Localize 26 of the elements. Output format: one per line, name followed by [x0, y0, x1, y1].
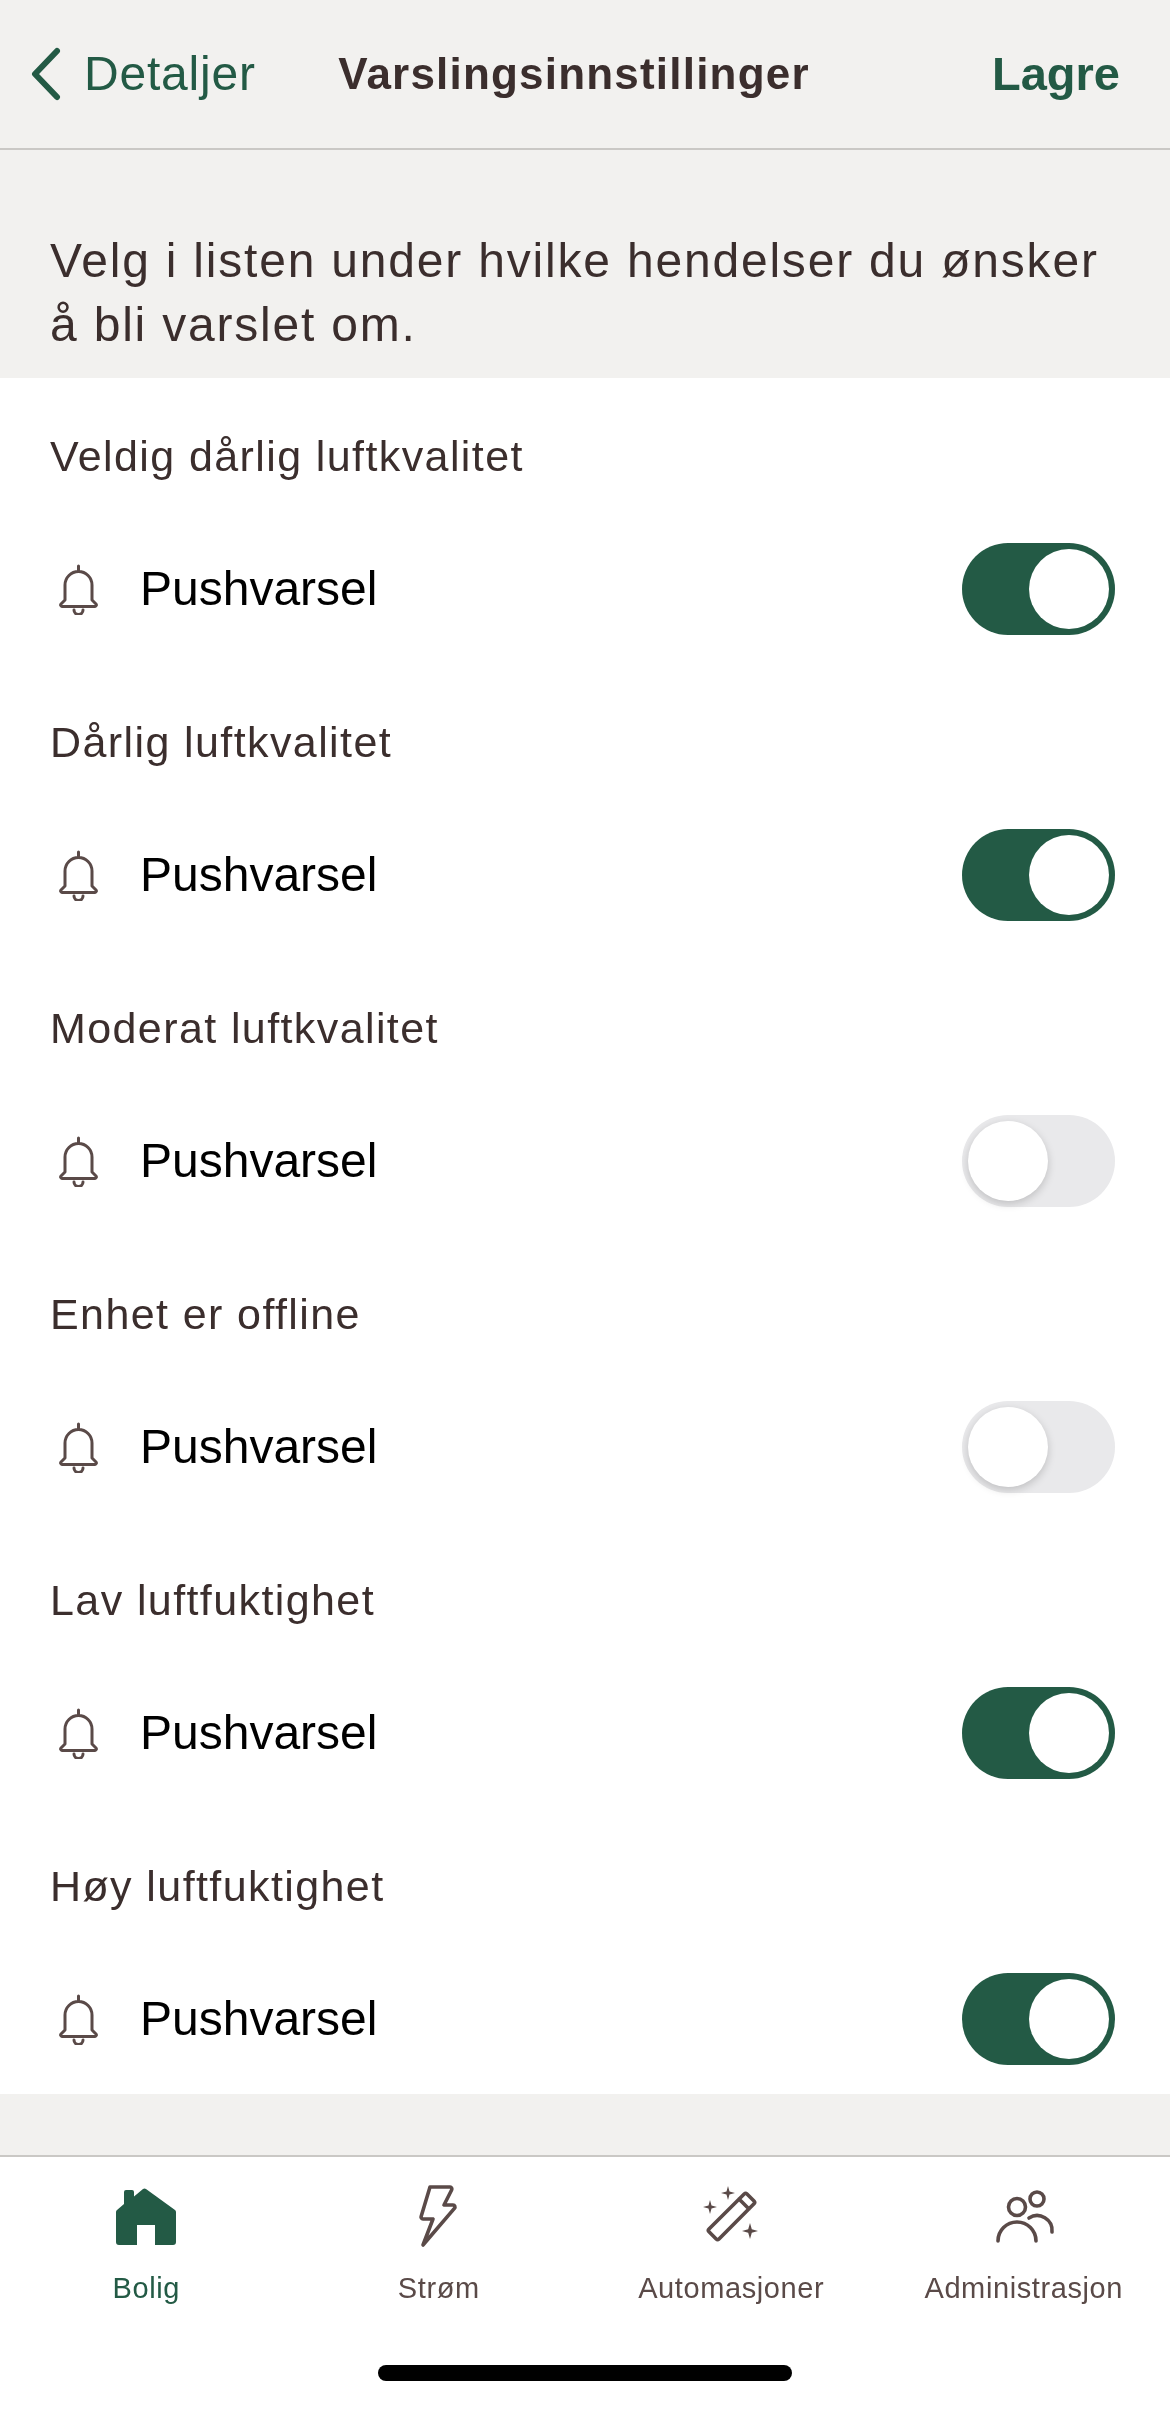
section-heading: Veldig dårlig luftkvalitet	[49, 431, 525, 482]
setting-label: Pushvarsel	[140, 1991, 378, 2047]
bell-icon	[57, 1707, 100, 1759]
tab-button[interactable]: Strøm	[292, 2157, 585, 2311]
bell-icon	[57, 563, 100, 615]
section-heading: Moderat luftkvalitet	[49, 1003, 440, 1054]
screen-title: Varslingsinnstillinger	[338, 47, 810, 100]
bell-icon	[57, 1135, 100, 1187]
section-heading: Dårlig luftkvalitet	[49, 717, 394, 768]
save-link[interactable]: Lagre	[992, 38, 1120, 110]
intro-text: Velg i listen under hvilke hendelser du ønsker å bli varslet om.	[50, 233, 1100, 353]
tab-button[interactable]: Bolig	[0, 2157, 293, 2311]
tab-button[interactable]: Automasjoner	[585, 2157, 878, 2311]
section-heading: Lav luftfuktighet	[49, 1575, 376, 1626]
tab-button[interactable]: Administrasjon	[877, 2157, 1170, 2311]
back-link[interactable]: Detaljer	[28, 38, 256, 110]
section-heading: Høy luftfuktighet	[49, 1861, 386, 1912]
setting-label: Pushvarsel	[140, 847, 378, 903]
setting-label: Pushvarsel	[140, 1419, 378, 1475]
setting-label: Pushvarsel	[140, 561, 378, 617]
bell-icon	[57, 849, 100, 901]
setting-label: Pushvarsel	[140, 1133, 378, 1189]
section-heading: Enhet er offline	[49, 1289, 362, 1340]
setting-label: Pushvarsel	[140, 1705, 378, 1761]
bell-icon	[57, 1993, 100, 2045]
bell-icon	[57, 1421, 100, 1473]
